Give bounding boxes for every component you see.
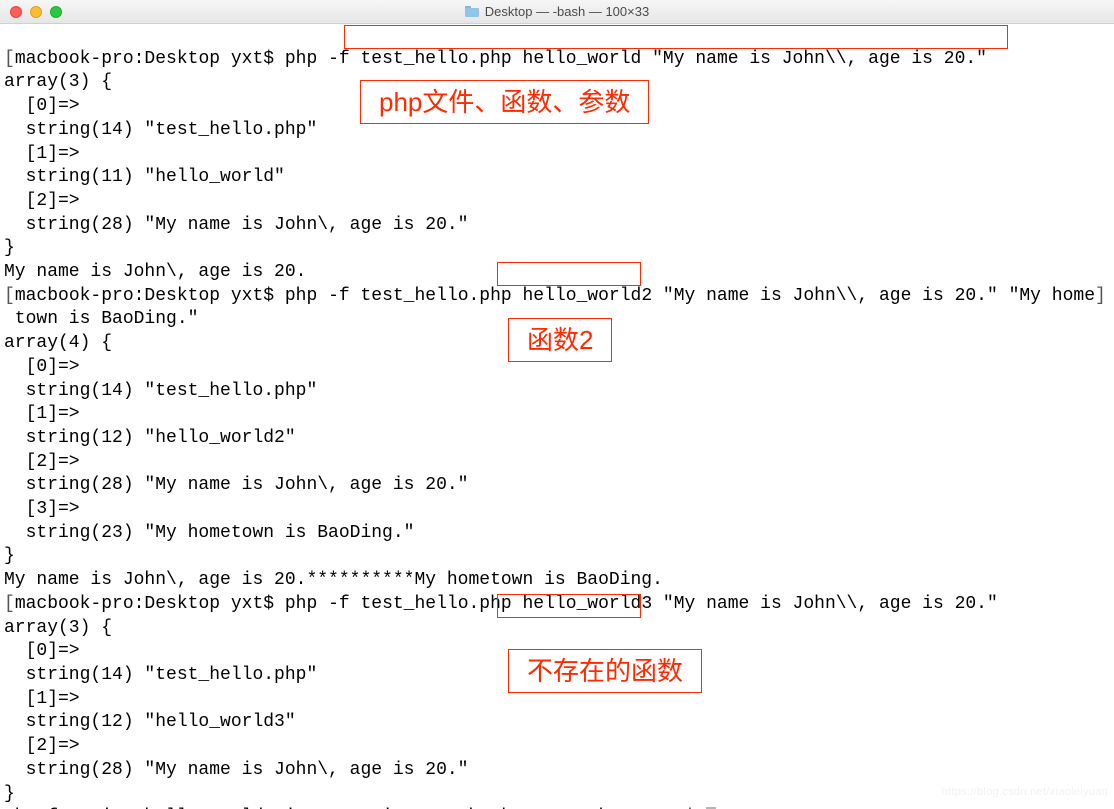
- output-line: [0]=>: [4, 641, 80, 661]
- folder-icon: [465, 6, 479, 17]
- bracket-icon: [: [4, 49, 15, 69]
- output-line: [1]=>: [4, 404, 80, 424]
- output-line: string(28) "My name is John\, age is 20.…: [4, 760, 468, 780]
- annotation-label-2: 函数2: [508, 318, 612, 362]
- output-line: [1]=>: [4, 689, 80, 709]
- annotation-box-cmd3: [497, 594, 641, 618]
- window-title-text: Desktop — -bash — 100×33: [485, 4, 649, 19]
- command-text: "My name is John\\, age is 20.": [652, 594, 998, 614]
- output-line: }: [4, 784, 15, 804]
- output-line: array(3) {: [4, 618, 112, 638]
- annotation-label-3: 不存在的函数: [508, 649, 702, 693]
- output-line: [0]=>: [4, 357, 80, 377]
- output-line: }: [4, 546, 15, 566]
- output-line: string(12) "hello_world2": [4, 428, 296, 448]
- bracket-icon: [: [4, 286, 15, 306]
- command-text: "My name is John\\, age is 20." "My home: [652, 286, 1095, 306]
- output-line: string(28) "My name is John\, age is 20.…: [4, 215, 468, 235]
- output-line: string(14) "test_hello.php": [4, 665, 317, 685]
- output-line: string(14) "test_hello.php": [4, 381, 317, 401]
- annotation-box-cmd1: [344, 25, 1008, 49]
- annotation-box-cmd2: [497, 262, 641, 286]
- terminal-prompt: macbook-pro:Desktop yxt$: [15, 594, 285, 614]
- traffic-lights: [10, 6, 62, 18]
- minimize-icon[interactable]: [30, 6, 42, 18]
- terminal-prompt: macbook-pro:Desktop yxt$: [15, 49, 285, 69]
- watermark-text: https://blog.csdn.net/xiaoleiyuan: [942, 781, 1108, 805]
- output-line: My name is John\, age is 20.: [4, 262, 306, 282]
- close-icon[interactable]: [10, 6, 22, 18]
- output-line: [2]=>: [4, 736, 80, 756]
- output-line: [1]=>: [4, 144, 80, 164]
- output-line: [2]=>: [4, 452, 80, 472]
- output-line: string(14) "test_hello.php": [4, 120, 317, 140]
- output-line: [0]=>: [4, 96, 80, 116]
- output-line: string(23) "My hometown is BaoDing.": [4, 523, 414, 543]
- window-title: Desktop — -bash — 100×33: [0, 4, 1114, 19]
- output-line: [3]=>: [4, 499, 80, 519]
- command-text: php -f: [285, 49, 361, 69]
- bracket-icon: ]: [1095, 286, 1106, 306]
- command-wrap: town is BaoDing.": [4, 309, 198, 329]
- terminal-prompt: macbook-pro:Desktop yxt$: [15, 286, 285, 306]
- terminal-area[interactable]: [macbook-pro:Desktop yxt$ php -f test_he…: [0, 24, 1114, 809]
- output-line: My name is John\, age is 20.**********My…: [4, 570, 663, 590]
- command-text: php -f test_hello.php: [285, 286, 523, 306]
- maximize-icon[interactable]: [50, 6, 62, 18]
- command-highlighted: hello_world2: [523, 286, 653, 306]
- window-titlebar: Desktop — -bash — 100×33: [0, 0, 1114, 24]
- command-text: php -f test_hello.php: [285, 594, 523, 614]
- output-line: array(4) {: [4, 333, 112, 353]
- output-line: string(28) "My name is John\, age is 20.…: [4, 475, 468, 495]
- bracket-icon: [: [4, 594, 15, 614]
- output-line: [2]=>: [4, 191, 80, 211]
- command-highlighted: test_hello.php hello_world "My name is J…: [360, 49, 987, 69]
- annotation-label-1: php文件、函数、参数: [360, 80, 649, 124]
- output-line: array(3) {: [4, 72, 112, 92]
- output-line: string(11) "hello_world": [4, 167, 285, 187]
- output-line: string(12) "hello_world3": [4, 712, 296, 732]
- output-line: }: [4, 238, 15, 258]
